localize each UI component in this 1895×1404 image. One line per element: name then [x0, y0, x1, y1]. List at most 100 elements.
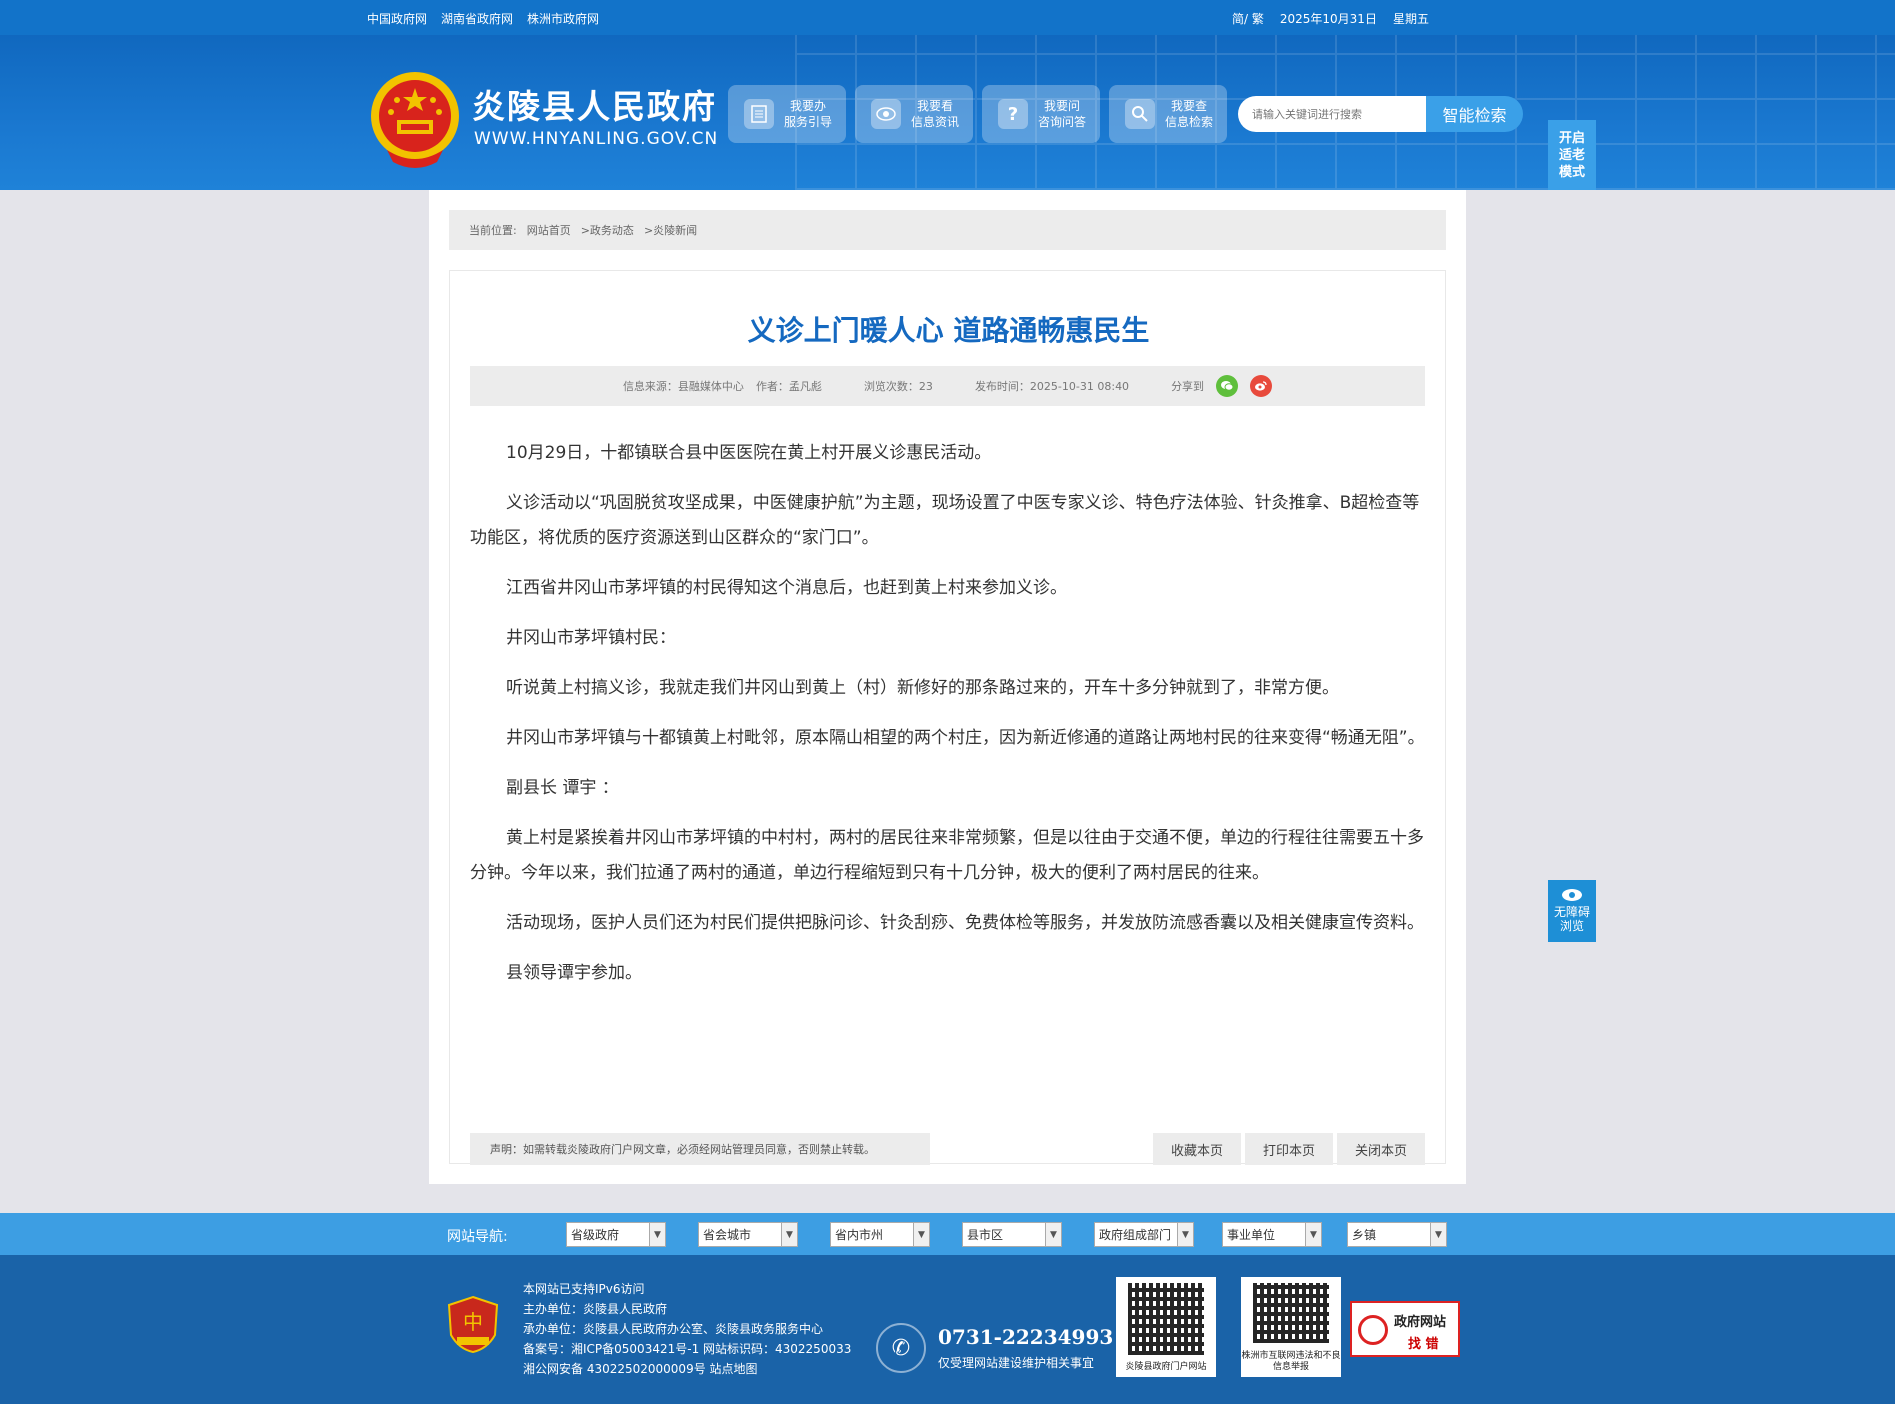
chevron-down-icon: ▼	[1305, 1223, 1321, 1246]
elder-mode-label: 开启适老模式	[1558, 131, 1585, 180]
accessibility-button[interactable]: 无障碍 浏览	[1548, 880, 1596, 942]
link-zhuzhou-gov[interactable]: 株洲市政府网	[527, 10, 599, 27]
service-ask-line2: 咨询问答	[1038, 115, 1087, 129]
breadcrumb-home[interactable]: 网站首页	[527, 222, 571, 238]
paragraph: 黄上村是紧挨着井冈山市茅坪镇的中村村，两村的居民往来非常频繁，但是以往由于交通不…	[470, 828, 1424, 883]
paragraph: 10月29日，十都镇联合县中医医院在黄上村开展义诊惠民活动。	[506, 443, 992, 463]
party-gov-badge-icon[interactable]: 中	[447, 1295, 499, 1353]
footer-icp: 备案号：湘ICP备05003421号-1 网站标识码：4302250033	[523, 1342, 852, 1356]
chevron-down-icon: ▼	[1045, 1223, 1061, 1246]
qr-caption-gov-portal: 炎陵县政府门户网站	[1125, 1362, 1207, 1372]
select-towns[interactable]: 乡镇 ▼	[1347, 1222, 1447, 1247]
chevron-down-icon: ▼	[781, 1223, 797, 1246]
language-toggle[interactable]: 简/ 繁	[1232, 10, 1264, 27]
paragraph: 副县长 谭宇 ：	[506, 778, 619, 798]
footer-sponsor: 主办单位：炎陵县人民政府	[523, 1302, 668, 1316]
paragraph: 义诊活动以“巩固脱贫攻坚成果，中医健康护航”为主题，现场设置了中医专家义诊、特色…	[470, 493, 1420, 548]
service-search-button[interactable]: 我要查 信息检索	[1109, 85, 1227, 143]
service-view-button[interactable]: 我要看 信息资讯	[855, 85, 973, 143]
site-nav-label: 网站导航:	[447, 1229, 508, 1245]
qr-caption-report: 株洲市互联网违法和不良信息举报	[1241, 1351, 1341, 1372]
breadcrumb: 当前位置: 网站首页 >政务动态 >炎陵新闻	[449, 210, 1446, 250]
footer-info: 本网站已支持IPv6访问 主办单位：炎陵县人民政府 承办单位：炎陵县人民政府办公…	[523, 1279, 851, 1379]
elder-mode-button[interactable]: 开启适老模式	[1548, 120, 1596, 190]
error-report-line2: 找 错	[1408, 1337, 1439, 1352]
meta-views: 浏览次数：23	[863, 380, 933, 393]
main-content: 当前位置: 网站首页 >政务动态 >炎陵新闻 义诊上门暖人心 道路通畅惠民生 信…	[429, 190, 1466, 1184]
page-tools: 收藏本页 打印本页 关闭本页	[1153, 1133, 1425, 1165]
link-gov-cn[interactable]: 中国政府网	[367, 10, 427, 27]
chevron-down-icon: ▼	[1177, 1223, 1193, 1246]
service-view-line2: 信息资讯	[911, 115, 960, 129]
service-search-line1: 我要查	[1171, 99, 1208, 113]
site-title: 炎陵县人民政府	[472, 87, 717, 126]
article: 义诊上门暖人心 道路通畅惠民生 信息来源：县融媒体中心 作者：孟凡彪 浏览次数：…	[449, 270, 1446, 1165]
link-hunan-gov[interactable]: 湖南省政府网	[441, 10, 513, 27]
select-provincial-gov[interactable]: 省级政府 ▼	[566, 1222, 666, 1247]
qr-code-report: 株洲市互联网违法和不良信息举报	[1241, 1277, 1341, 1377]
search-button[interactable]: 智能检索	[1426, 96, 1523, 132]
qr-code-icon	[1128, 1283, 1204, 1355]
current-weekday: 星期五	[1392, 12, 1429, 26]
svg-text:中: 中	[463, 1310, 483, 1334]
select-gov-departments[interactable]: 政府组成部门 ▼	[1094, 1222, 1194, 1247]
phone-icon: ✆	[876, 1323, 926, 1373]
select-public-institutions-value: 事业单位	[1227, 1228, 1276, 1242]
service-apply-button[interactable]: 我要办 服务引导	[728, 85, 846, 143]
paragraph: 县领导谭宇参加。	[506, 963, 642, 983]
qr-code-icon	[1253, 1283, 1329, 1343]
error-report-line1: 政府网站	[1394, 1315, 1447, 1330]
weibo-share-icon[interactable]	[1250, 375, 1273, 397]
select-counties-value: 县市区	[967, 1228, 1004, 1242]
accessibility-line2: 浏览	[1559, 919, 1584, 933]
footer-phone: 0731-22234993	[938, 1325, 1114, 1349]
meta-source: 信息来源：县融媒体中心	[622, 380, 744, 393]
meta-published: 发布时间：2025-10-31 08:40	[974, 380, 1130, 393]
service-apply-line2: 服务引导	[784, 115, 833, 129]
article-title: 义诊上门暖人心 道路通畅惠民生	[747, 314, 1150, 347]
breadcrumb-gov-news[interactable]: >政务动态	[581, 222, 634, 238]
eye-icon	[871, 99, 901, 129]
select-cities-in-province-value: 省内市州	[835, 1228, 884, 1242]
chevron-down-icon: ▼	[1430, 1223, 1446, 1246]
site-footer: 中 本网站已支持IPv6访问 主办单位：炎陵县人民政府 承办单位：炎陵县人民政府…	[0, 1255, 1895, 1404]
eye-icon	[1562, 889, 1582, 901]
chevron-down-icon: ▼	[913, 1223, 929, 1246]
paragraph: 听说黄上村搞义诊，我就走我们井冈山到黄上（村）新修好的那条路过来的，开车十多分钟…	[506, 678, 1339, 698]
document-icon	[744, 99, 774, 129]
print-page-button[interactable]: 打印本页	[1245, 1133, 1333, 1165]
meta-share-label: 分享到	[1171, 380, 1205, 393]
breadcrumb-prefix: 当前位置:	[469, 224, 517, 237]
search-input[interactable]	[1238, 96, 1428, 132]
chevron-down-icon: ▼	[649, 1223, 665, 1246]
select-counties[interactable]: 县市区 ▼	[962, 1222, 1062, 1247]
magnifier-icon	[1358, 1315, 1388, 1345]
paragraph: 井冈山市茅坪镇与十都镇黄上村毗邻，原本隔山相望的两个村庄，因为新近修通的道路让两…	[506, 728, 1425, 748]
search-box: 智能检索	[1238, 96, 1523, 132]
footer-phone-note: 仅受理网站建设维护相关事宜	[938, 1356, 1095, 1370]
close-page-button[interactable]: 关闭本页	[1337, 1133, 1425, 1165]
wechat-share-icon[interactable]	[1216, 375, 1239, 397]
service-view-line1: 我要看	[917, 99, 954, 113]
current-date: 2025年10月31日	[1279, 12, 1377, 26]
top-links: 中国政府网 湖南省政府网 株洲市政府网	[367, 10, 599, 27]
footer-police-record[interactable]: 湘公网安备 43022502000009号 站点地图	[523, 1359, 851, 1379]
service-apply-line1: 我要办	[790, 99, 827, 113]
footer-organizer: 承办单位：炎陵县人民政府办公室、炎陵县政务服务中心	[523, 1322, 824, 1336]
service-search-line2: 信息检索	[1165, 115, 1214, 129]
select-public-institutions[interactable]: 事业单位 ▼	[1222, 1222, 1322, 1247]
repost-notice: 声明：如需转载炎陵政府门户网文章，必须经网站管理员同意，否则禁止转载。	[470, 1133, 930, 1165]
article-meta: 信息来源：县融媒体中心 作者：孟凡彪 浏览次数：23 发布时间：2025-10-…	[470, 366, 1425, 406]
select-provincial-capitals-value: 省会城市	[703, 1228, 752, 1242]
qr-code-gov-portal: 炎陵县政府门户网站	[1116, 1277, 1216, 1377]
select-cities-in-province[interactable]: 省内市州 ▼	[830, 1222, 930, 1247]
gov-site-error-report-button[interactable]: 政府网站 找 错	[1350, 1301, 1460, 1357]
select-provincial-gov-value: 省级政府	[571, 1228, 620, 1242]
article-body: 10月29日，十都镇联合县中医医院在黄上村开展义诊惠民活动。 义诊活动以“巩固脱…	[470, 436, 1425, 1006]
breadcrumb-yanling-news[interactable]: >炎陵新闻	[644, 222, 697, 238]
top-right: 简/ 繁 2025年10月31日 星期五	[1232, 10, 1429, 27]
select-provincial-capitals[interactable]: 省会城市 ▼	[698, 1222, 798, 1247]
bookmark-page-button[interactable]: 收藏本页	[1153, 1133, 1241, 1165]
service-ask-button[interactable]: ? 我要问 咨询问答	[982, 85, 1100, 143]
paragraph: 江西省井冈山市茅坪镇的村民得知这个消息后，也赶到黄上村来参加义诊。	[506, 578, 1067, 598]
